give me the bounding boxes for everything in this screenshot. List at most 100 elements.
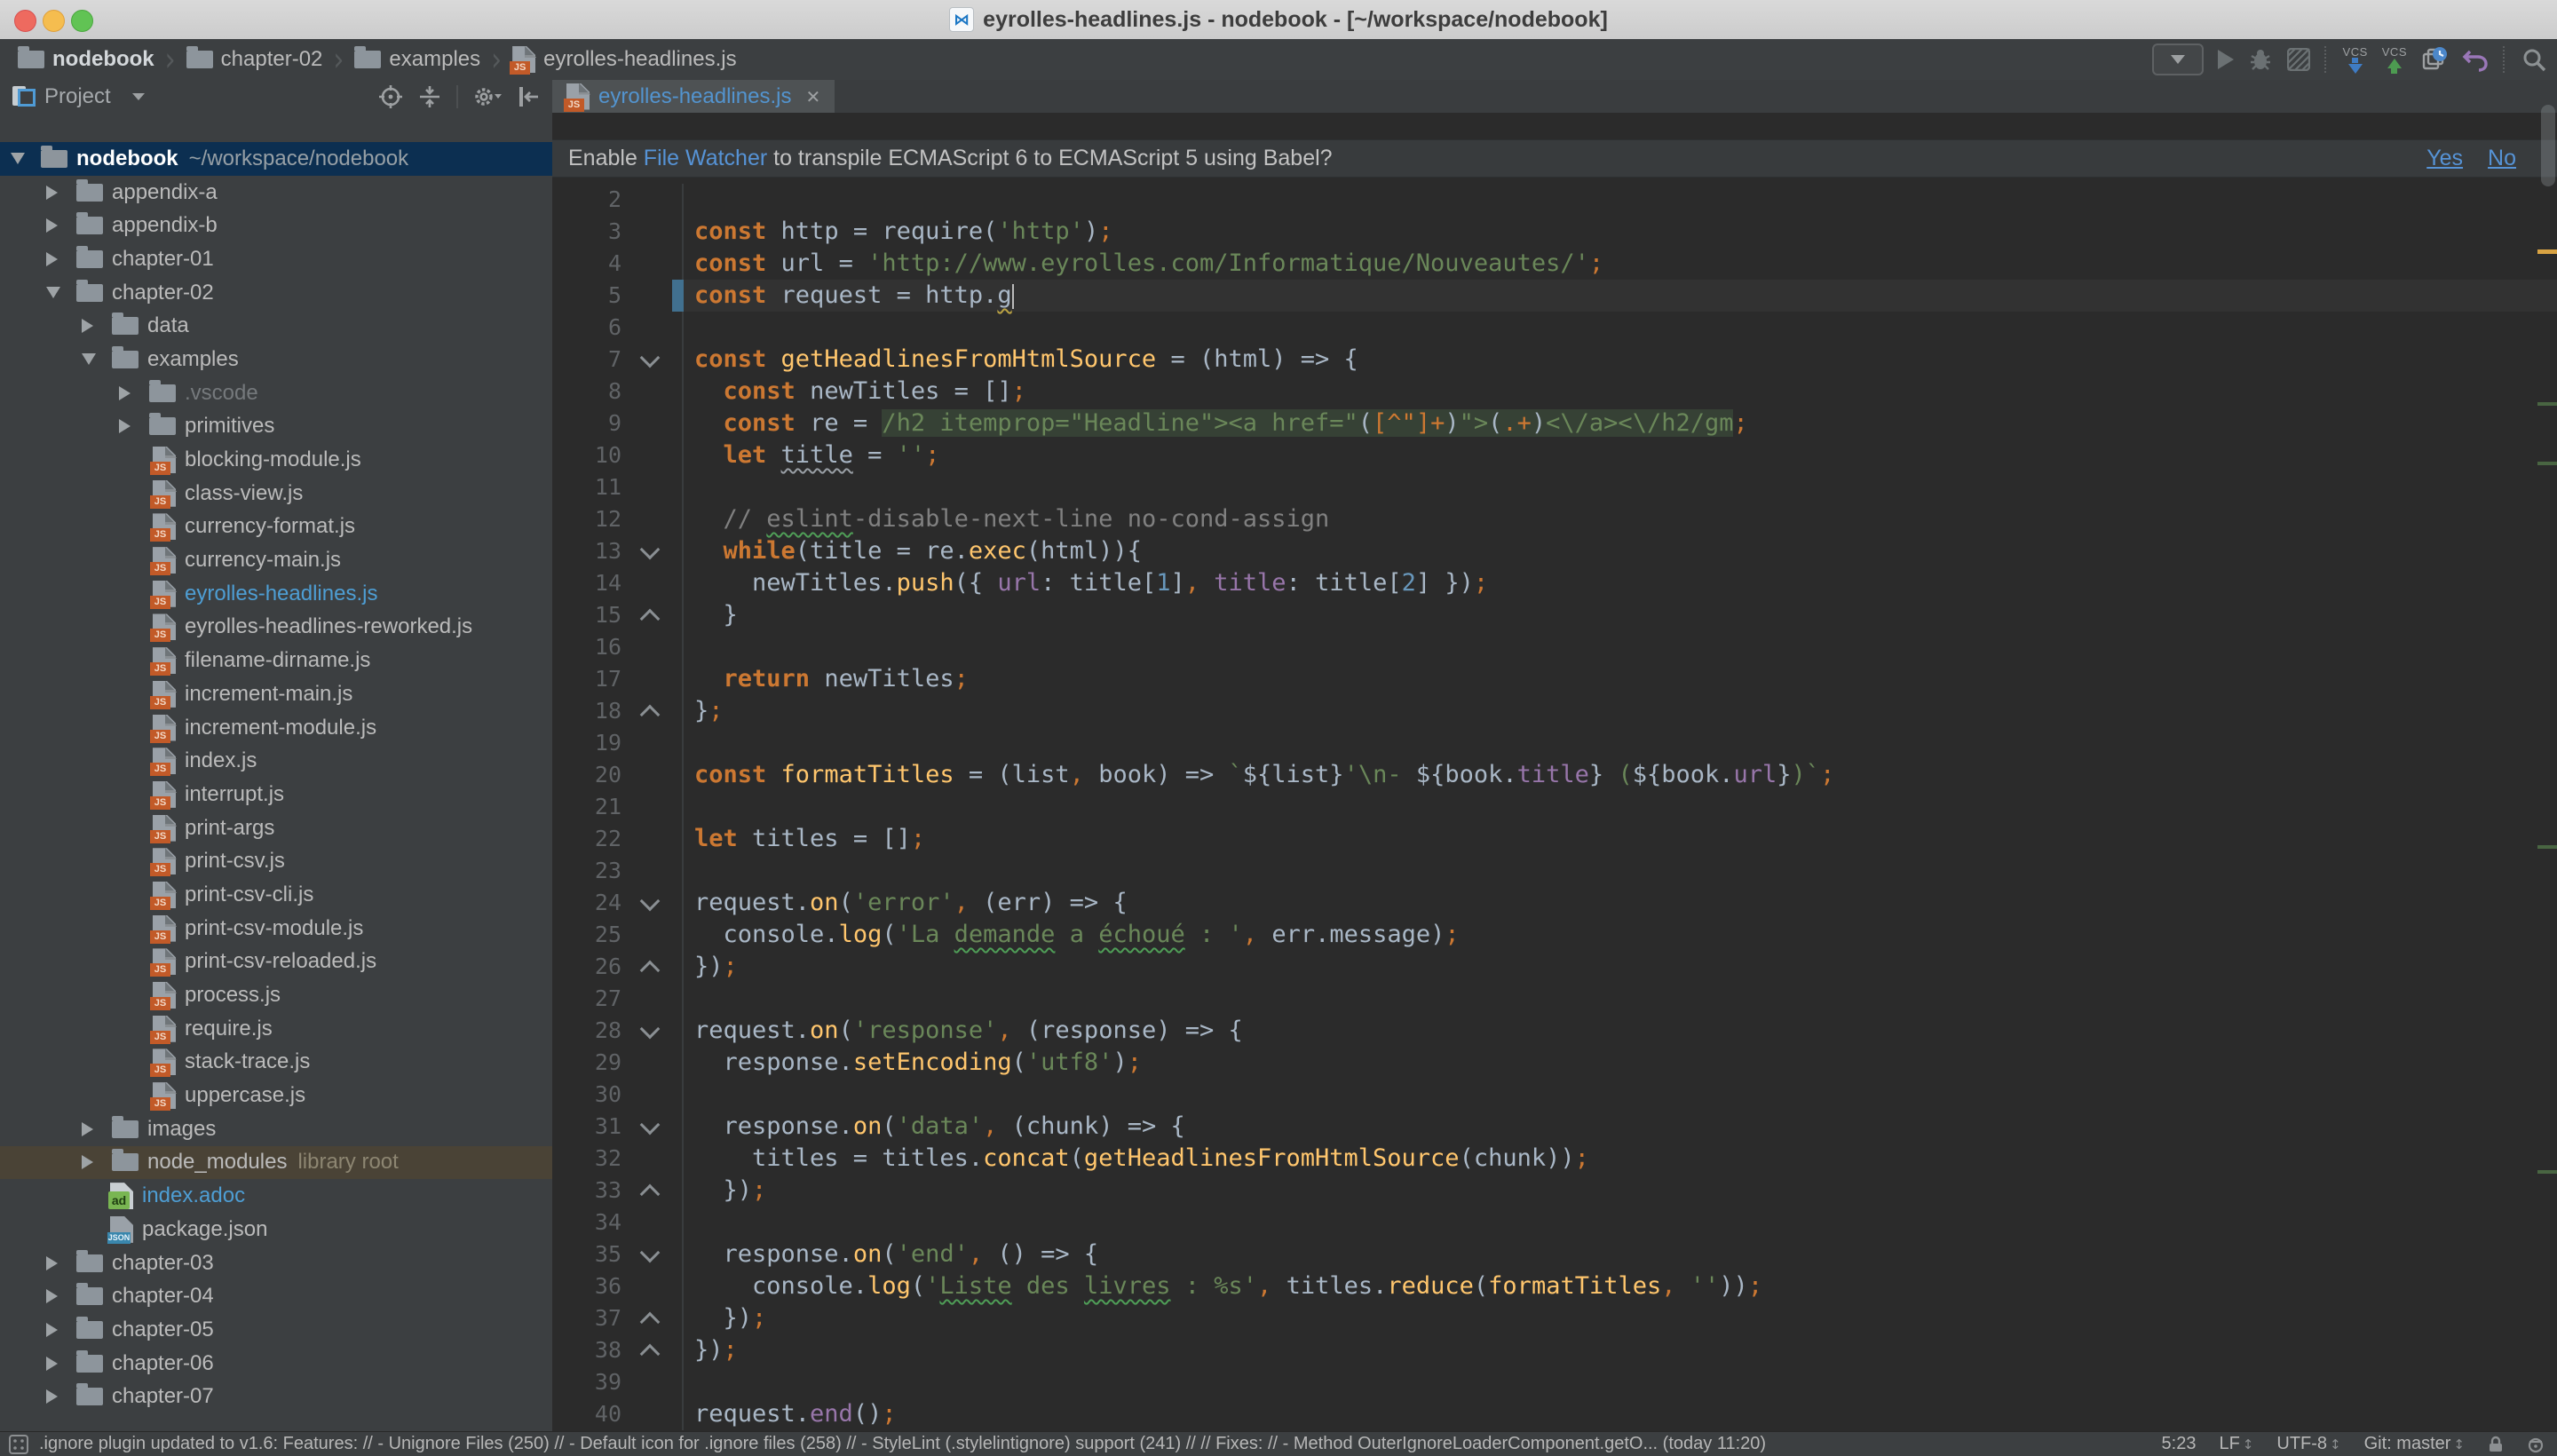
code-line-21[interactable]: 21 <box>552 791 2557 823</box>
line-number[interactable]: 39 <box>552 1366 630 1398</box>
code-line-37[interactable]: 37 }); <box>552 1302 2557 1334</box>
line-number[interactable]: 12 <box>552 503 630 535</box>
fold-region-open-icon[interactable] <box>640 891 661 912</box>
code-line-38[interactable]: 38}); <box>552 1334 2557 1366</box>
line-number[interactable]: 32 <box>552 1143 630 1175</box>
banner-no-link[interactable]: No <box>2488 146 2516 171</box>
tree-item-chapter-01[interactable]: chapter-01 <box>0 242 552 276</box>
code-line-7[interactable]: 7const getHeadlinesFromHtmlSource = (htm… <box>552 344 2557 376</box>
chevron-collapsed-icon[interactable] <box>119 386 149 400</box>
code-line-20[interactable]: 20const formatTitles = (list, book) => `… <box>552 759 2557 791</box>
code-line-33[interactable]: 33 }); <box>552 1175 2557 1207</box>
hide-panel-icon[interactable] <box>517 84 540 109</box>
breadcrumb-item-eyrolles-headlines.js[interactable]: JSeyrolles-headlines.js <box>512 46 736 73</box>
tree-item-interrupt.js[interactable]: JSinterrupt.js <box>0 778 552 811</box>
gutter[interactable] <box>630 599 684 631</box>
gutter[interactable] <box>630 855 684 887</box>
line-number[interactable]: 19 <box>552 727 630 759</box>
gutter[interactable] <box>630 1238 684 1270</box>
gutter[interactable] <box>630 759 684 791</box>
line-number[interactable]: 37 <box>552 1302 630 1334</box>
chevron-collapsed-icon[interactable] <box>46 1357 76 1371</box>
code-line-3[interactable]: 3const http = require('http'); <box>552 216 2557 248</box>
debug-bug-icon[interactable] <box>2248 47 2273 72</box>
chevron-expanded-icon[interactable] <box>11 153 41 164</box>
scrollbar-thumb[interactable] <box>2541 105 2555 186</box>
breadcrumb-item-nodebook[interactable]: nodebook <box>18 47 154 72</box>
tree-item-primitives[interactable]: primitives <box>0 410 552 444</box>
locate-file-icon[interactable] <box>378 84 403 109</box>
code-line-39[interactable]: 39 <box>552 1366 2557 1398</box>
tree-item-node_modules[interactable]: node_moduleslibrary root <box>0 1146 552 1180</box>
line-number[interactable]: 33 <box>552 1175 630 1207</box>
code-line-35[interactable]: 35 response.on('end', () => { <box>552 1238 2557 1270</box>
gutter[interactable] <box>630 1366 684 1398</box>
tree-item-examples[interactable]: examples <box>0 343 552 376</box>
gutter[interactable] <box>630 535 684 567</box>
line-number[interactable]: 25 <box>552 919 630 951</box>
code-line-8[interactable]: 8 const newTitles = []; <box>552 376 2557 408</box>
git-branch-selector[interactable]: Git: master↕ <box>2364 1434 2465 1454</box>
tree-item-chapter-02[interactable]: chapter-02 <box>0 276 552 310</box>
code-line-40[interactable]: 40request.end(); <box>552 1398 2557 1430</box>
code-editor[interactable]: 23const http = require('http');4const ur… <box>552 184 2557 1430</box>
tab-eyrolles-headlines[interactable]: JS eyrolles-headlines.js ✕ <box>552 80 835 113</box>
fold-region-open-icon[interactable] <box>640 1115 661 1136</box>
tree-item-chapter-06[interactable]: chapter-06 <box>0 1347 552 1381</box>
warning-stripe-mark[interactable] <box>2537 249 2557 254</box>
tree-item-print-csv-reloaded.js[interactable]: JSprint-csv-reloaded.js <box>0 946 552 979</box>
gutter[interactable] <box>630 951 684 983</box>
code-line-25[interactable]: 25 console.log('La demande a échoué : ',… <box>552 919 2557 951</box>
tree-item-print-csv.js[interactable]: JSprint-csv.js <box>0 844 552 878</box>
local-history-icon[interactable] <box>2421 46 2448 73</box>
window-close-button[interactable] <box>14 10 36 32</box>
tree-item-stack-trace.js[interactable]: JSstack-trace.js <box>0 1046 552 1080</box>
gutter[interactable] <box>630 376 684 408</box>
gutter[interactable] <box>630 1047 684 1079</box>
gutter[interactable] <box>630 280 684 312</box>
fold-region-open-icon[interactable] <box>640 348 661 368</box>
fold-region-end-icon[interactable] <box>640 609 661 629</box>
code-line-26[interactable]: 26}); <box>552 951 2557 983</box>
chevron-collapsed-icon[interactable] <box>46 218 76 233</box>
gutter[interactable] <box>630 919 684 951</box>
line-number[interactable]: 38 <box>552 1334 630 1366</box>
line-number[interactable]: 10 <box>552 439 630 471</box>
code-line-9[interactable]: 9 const re = /h2 itemprop="Headline"><a … <box>552 408 2557 439</box>
line-number[interactable]: 23 <box>552 855 630 887</box>
run-icon[interactable] <box>2218 50 2234 69</box>
fold-region-end-icon[interactable] <box>640 705 661 725</box>
chevron-collapsed-icon[interactable] <box>46 252 76 266</box>
tree-item-print-args[interactable]: JSprint-args <box>0 811 552 845</box>
tree-item-process.js[interactable]: JSprocess.js <box>0 978 552 1012</box>
line-number[interactable]: 31 <box>552 1111 630 1143</box>
gutter[interactable] <box>630 823 684 855</box>
gutter[interactable] <box>630 631 684 663</box>
line-number[interactable]: 2 <box>552 184 630 216</box>
line-number[interactable]: 24 <box>552 887 630 919</box>
gutter[interactable] <box>630 567 684 599</box>
tree-item-.vscode[interactable]: .vscode <box>0 376 552 410</box>
code-line-18[interactable]: 18}; <box>552 695 2557 727</box>
code-line-6[interactable]: 6 <box>552 312 2557 344</box>
code-line-32[interactable]: 32 titles = titles.concat(getHeadlinesFr… <box>552 1143 2557 1175</box>
code-line-12[interactable]: 12 // eslint-disable-next-line no-cond-a… <box>552 503 2557 535</box>
line-number[interactable]: 4 <box>552 248 630 280</box>
gutter[interactable] <box>630 695 684 727</box>
line-number[interactable]: 17 <box>552 663 630 695</box>
code-line-24[interactable]: 24request.on('error', (err) => { <box>552 887 2557 919</box>
fold-region-end-icon[interactable] <box>640 1312 661 1333</box>
breadcrumb-item-examples[interactable]: examples <box>354 47 480 72</box>
tree-item-index.adoc[interactable]: adindex.adoc <box>0 1179 552 1213</box>
write-access-lock-icon[interactable] <box>2488 1436 2504 1453</box>
line-number[interactable]: 8 <box>552 376 630 408</box>
tree-item-require.js[interactable]: JSrequire.js <box>0 1012 552 1046</box>
code-line-11[interactable]: 11 <box>552 471 2557 503</box>
line-number[interactable]: 36 <box>552 1270 630 1302</box>
code-line-4[interactable]: 4const url = 'http://www.eyrolles.com/In… <box>552 248 2557 280</box>
code-line-5[interactable]: 5const request = http.g <box>552 280 2557 312</box>
line-number[interactable]: 21 <box>552 791 630 823</box>
chevron-collapsed-icon[interactable] <box>46 186 76 200</box>
gutter[interactable] <box>630 1398 684 1430</box>
line-number[interactable]: 26 <box>552 951 630 983</box>
